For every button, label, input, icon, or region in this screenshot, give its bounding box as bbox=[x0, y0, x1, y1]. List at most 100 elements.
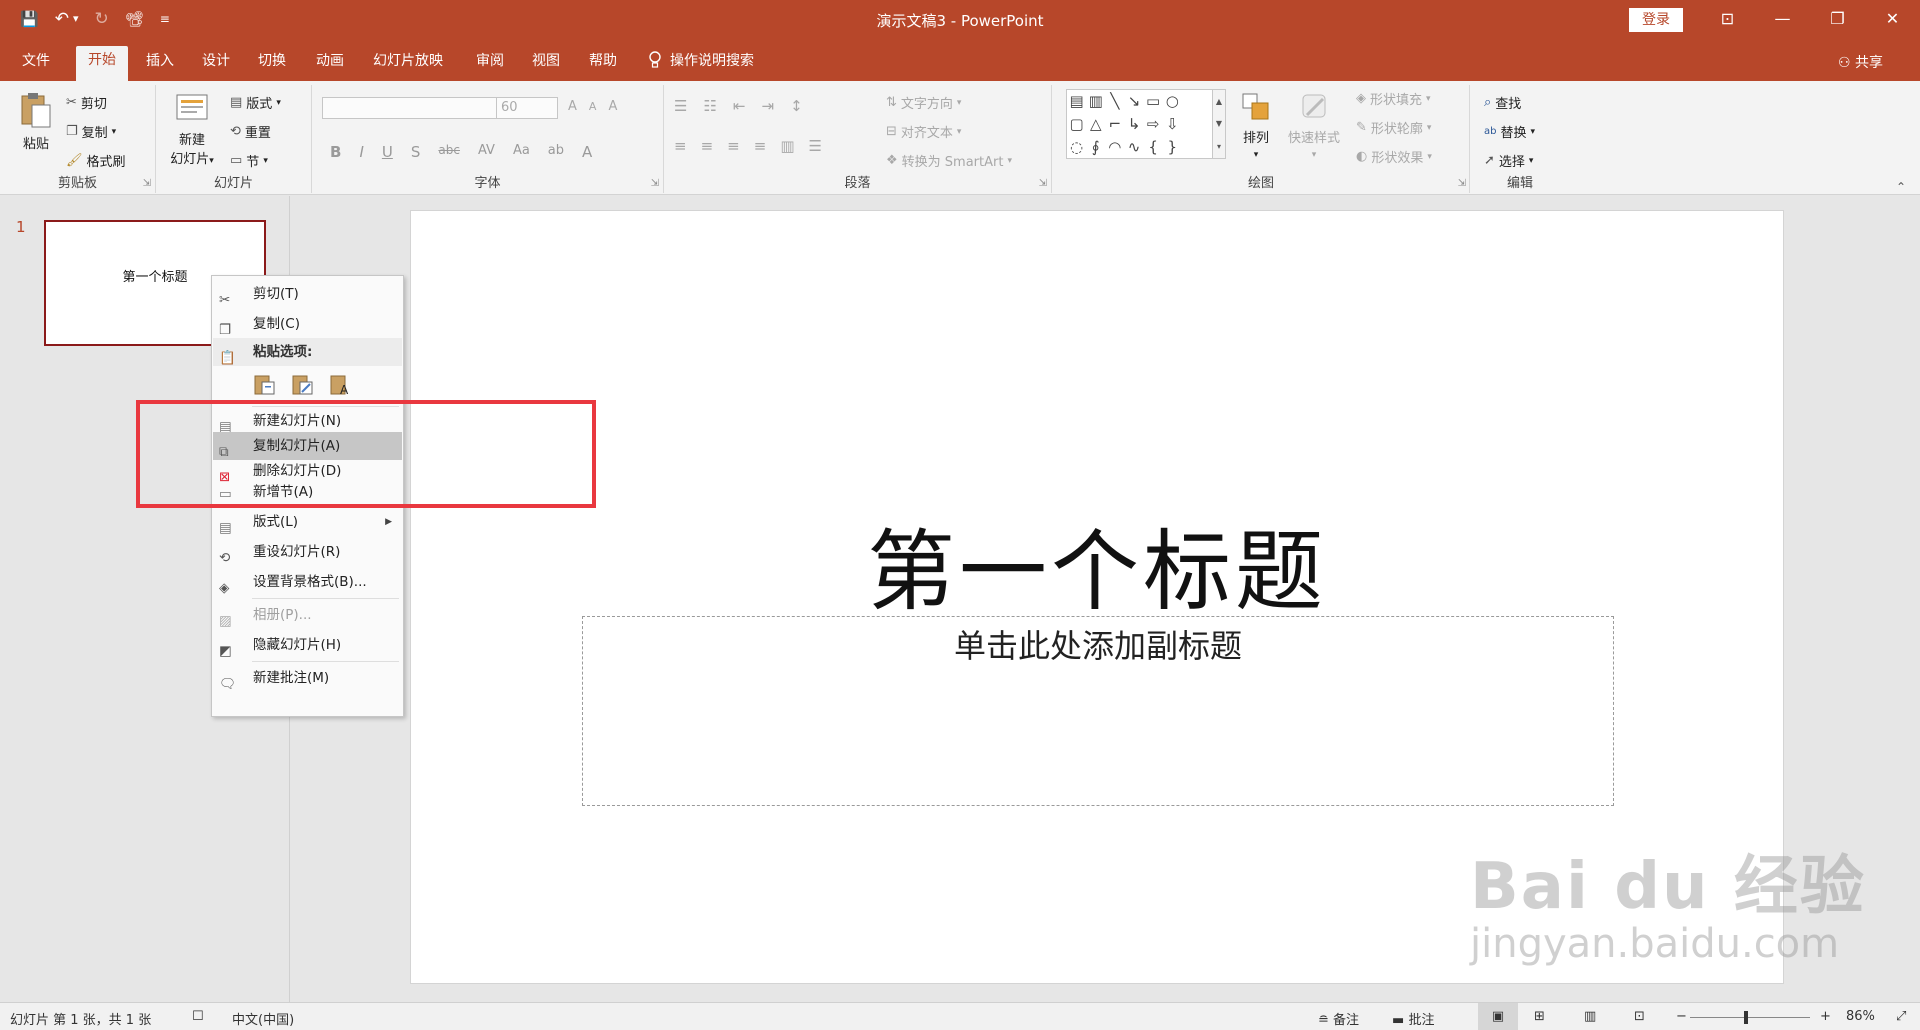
font-name-combo[interactable] bbox=[322, 97, 498, 119]
chevron-down-icon: ▾ bbox=[1530, 126, 1536, 137]
tell-me-search[interactable]: 操作说明搜索 bbox=[648, 50, 754, 70]
reset-button[interactable]: ⟲ 重置 bbox=[230, 122, 271, 141]
comments-label: 批注 bbox=[1408, 1013, 1435, 1028]
notes-button[interactable]: ≘ 备注 bbox=[1318, 1009, 1359, 1028]
strikethrough-button[interactable]: abc bbox=[438, 143, 460, 161]
dialog-launcher-icon[interactable]: ⇲ bbox=[143, 178, 151, 189]
align-center-icon[interactable]: ≡ bbox=[701, 137, 714, 155]
slideshow-button[interactable]: ⊡ bbox=[1634, 1009, 1645, 1024]
dialog-launcher-icon[interactable]: ⇲ bbox=[651, 178, 659, 189]
tab-slideshow[interactable]: 幻灯片放映 bbox=[373, 50, 443, 70]
numbering-icon[interactable]: ☷ bbox=[703, 97, 716, 115]
columns-icon[interactable]: ▥ bbox=[780, 137, 794, 155]
text-direction-button[interactable]: ⇅ 文字方向 ▾ bbox=[886, 93, 961, 112]
font-color-button[interactable]: A bbox=[582, 143, 592, 161]
slide-sorter-button[interactable]: ⊞ bbox=[1534, 1009, 1545, 1024]
menu-item-hide-slide[interactable]: ◩ 隐藏幻灯片(H) bbox=[213, 631, 402, 659]
cut-button[interactable]: ✂ 剪切 bbox=[66, 93, 107, 112]
menu-item-cut[interactable]: ✂ 剪切(T) bbox=[213, 280, 402, 308]
ribbon-display-options-icon[interactable]: ⊡ bbox=[1700, 6, 1755, 32]
comments-button[interactable]: ▬ 批注 bbox=[1392, 1009, 1434, 1028]
tab-view[interactable]: 视图 bbox=[532, 50, 560, 70]
italic-button[interactable]: I bbox=[359, 143, 363, 161]
paste-keep-source-formatting-icon[interactable] bbox=[290, 372, 314, 396]
svg-text:A: A bbox=[340, 383, 349, 396]
reading-view-button[interactable]: ▥ bbox=[1584, 1009, 1596, 1024]
clear-format-button[interactable]: A bbox=[608, 99, 617, 114]
menu-item-layout[interactable]: ▤ 版式(L) ▶ bbox=[213, 508, 402, 536]
tab-transitions[interactable]: 切换 bbox=[258, 50, 286, 70]
shadow-button[interactable]: S bbox=[411, 143, 421, 161]
chevron-down-icon: ▾ bbox=[1007, 155, 1012, 166]
change-case-button[interactable]: Aa bbox=[513, 143, 530, 161]
bold-button[interactable]: B bbox=[330, 143, 341, 161]
normal-view-button[interactable]: ▣ bbox=[1478, 1003, 1518, 1030]
layout-label: 版式 bbox=[246, 97, 273, 112]
tab-help[interactable]: 帮助 bbox=[589, 50, 617, 70]
decrease-indent-icon[interactable]: ⇤ bbox=[733, 97, 746, 115]
tab-file[interactable]: 文件 bbox=[22, 50, 50, 70]
spelling-check-icon[interactable]: ☐ bbox=[192, 1009, 204, 1024]
tab-insert[interactable]: 插入 bbox=[146, 50, 174, 70]
new-slide-button[interactable]: 新建 幻灯片▾ bbox=[164, 91, 220, 167]
share-button[interactable]: ⚇ 共享 bbox=[1838, 52, 1883, 72]
layout-button[interactable]: ▤ 版式 ▾ bbox=[230, 93, 281, 112]
paste-keep-text-only-icon[interactable]: A bbox=[328, 372, 352, 396]
replace-button[interactable]: ab 替换 ▾ bbox=[1484, 122, 1535, 141]
close-button[interactable]: ✕ bbox=[1865, 6, 1920, 32]
font-size-combo[interactable]: 60 bbox=[496, 97, 558, 119]
align-left-icon[interactable]: ≡ bbox=[674, 137, 687, 155]
language-status[interactable]: 中文(中国) bbox=[232, 1009, 294, 1028]
align-right-icon[interactable]: ≡ bbox=[727, 137, 740, 155]
menu-item-copy[interactable]: ❐ 复制(C) bbox=[213, 310, 402, 338]
slide-count-status: 幻灯片 第 1 张，共 1 张 bbox=[10, 1013, 152, 1028]
menu-item-new-comment[interactable]: 🗨 新建批注(M) bbox=[213, 664, 402, 692]
bullets-icon[interactable]: ☰ bbox=[674, 97, 687, 115]
smartart-button[interactable]: ❖ 转换为 SmartArt ▾ bbox=[886, 151, 1012, 170]
search-icon: ⌕ bbox=[1484, 95, 1492, 110]
chevron-down-icon: ▾ bbox=[956, 126, 962, 137]
minimize-button[interactable]: — bbox=[1755, 6, 1810, 32]
dialog-launcher-icon[interactable]: ⇲ bbox=[1458, 178, 1466, 189]
grow-font-button[interactable]: A bbox=[568, 99, 577, 114]
paste-use-destination-theme-icon[interactable] bbox=[252, 372, 276, 396]
slide-title[interactable]: 第一个标题 bbox=[411, 501, 1783, 628]
find-button[interactable]: ⌕ 查找 bbox=[1484, 93, 1521, 112]
menu-item-photo-album[interactable]: ▨ 相册(P)... bbox=[213, 601, 402, 629]
fit-to-window-icon[interactable]: ⤢ bbox=[1896, 1009, 1906, 1024]
paste-button[interactable]: 粘贴 bbox=[14, 91, 58, 152]
align-text-button[interactable]: ⊟ 对齐文本 ▾ bbox=[886, 122, 961, 141]
justify-icon[interactable]: ≡ bbox=[754, 137, 767, 155]
increase-indent-icon[interactable]: ⇥ bbox=[761, 97, 774, 115]
format-painter-button[interactable]: 🖌 格式刷 bbox=[66, 151, 126, 170]
lightbulb-icon bbox=[649, 51, 661, 68]
menu-item-reset-slide[interactable]: ⟲ 重设幻灯片(R) bbox=[213, 538, 402, 566]
dialog-launcher-icon[interactable]: ⇲ bbox=[1039, 178, 1047, 189]
line-spacing-icon[interactable]: ↕ bbox=[790, 97, 803, 115]
restore-button[interactable]: ❐ bbox=[1810, 6, 1865, 32]
tab-review[interactable]: 审阅 bbox=[476, 50, 504, 70]
distributed-icon[interactable]: ☰ bbox=[809, 137, 822, 155]
tab-design[interactable]: 设计 bbox=[202, 50, 230, 70]
highlight-button[interactable]: ab bbox=[548, 143, 564, 161]
menu-item-format-background[interactable]: ◈ 设置背景格式(B)... bbox=[213, 568, 402, 596]
underline-button[interactable]: U bbox=[382, 143, 393, 161]
select-button[interactable]: ➚ 选择 ▾ bbox=[1484, 151, 1533, 170]
zoom-slider[interactable] bbox=[1690, 1017, 1810, 1018]
tab-home[interactable]: 开始 bbox=[76, 46, 128, 81]
section-button[interactable]: ▭ 节 ▾ bbox=[230, 151, 268, 170]
zoom-level[interactable]: 86% bbox=[1846, 1009, 1875, 1024]
paragraph-group-label: 段落 bbox=[844, 176, 871, 191]
char-spacing-button[interactable]: AV bbox=[478, 143, 495, 161]
copy-button[interactable]: ❐ 复制 ▾ bbox=[66, 122, 116, 141]
chevron-down-icon: ▾ bbox=[276, 97, 281, 108]
text-direction-label: 文字方向 bbox=[900, 97, 953, 112]
shrink-font-button[interactable]: A bbox=[589, 100, 597, 113]
subtitle-placeholder[interactable]: 单击此处添加副标题 bbox=[582, 616, 1614, 806]
zoom-in-button[interactable]: + bbox=[1820, 1009, 1831, 1024]
tab-animations[interactable]: 动画 bbox=[316, 50, 344, 70]
collapse-ribbon-icon[interactable]: ⌃ bbox=[1896, 180, 1906, 194]
zoom-slider-thumb[interactable] bbox=[1744, 1011, 1748, 1024]
login-button[interactable]: 登录 bbox=[1629, 8, 1683, 32]
zoom-out-button[interactable]: − bbox=[1676, 1009, 1687, 1024]
